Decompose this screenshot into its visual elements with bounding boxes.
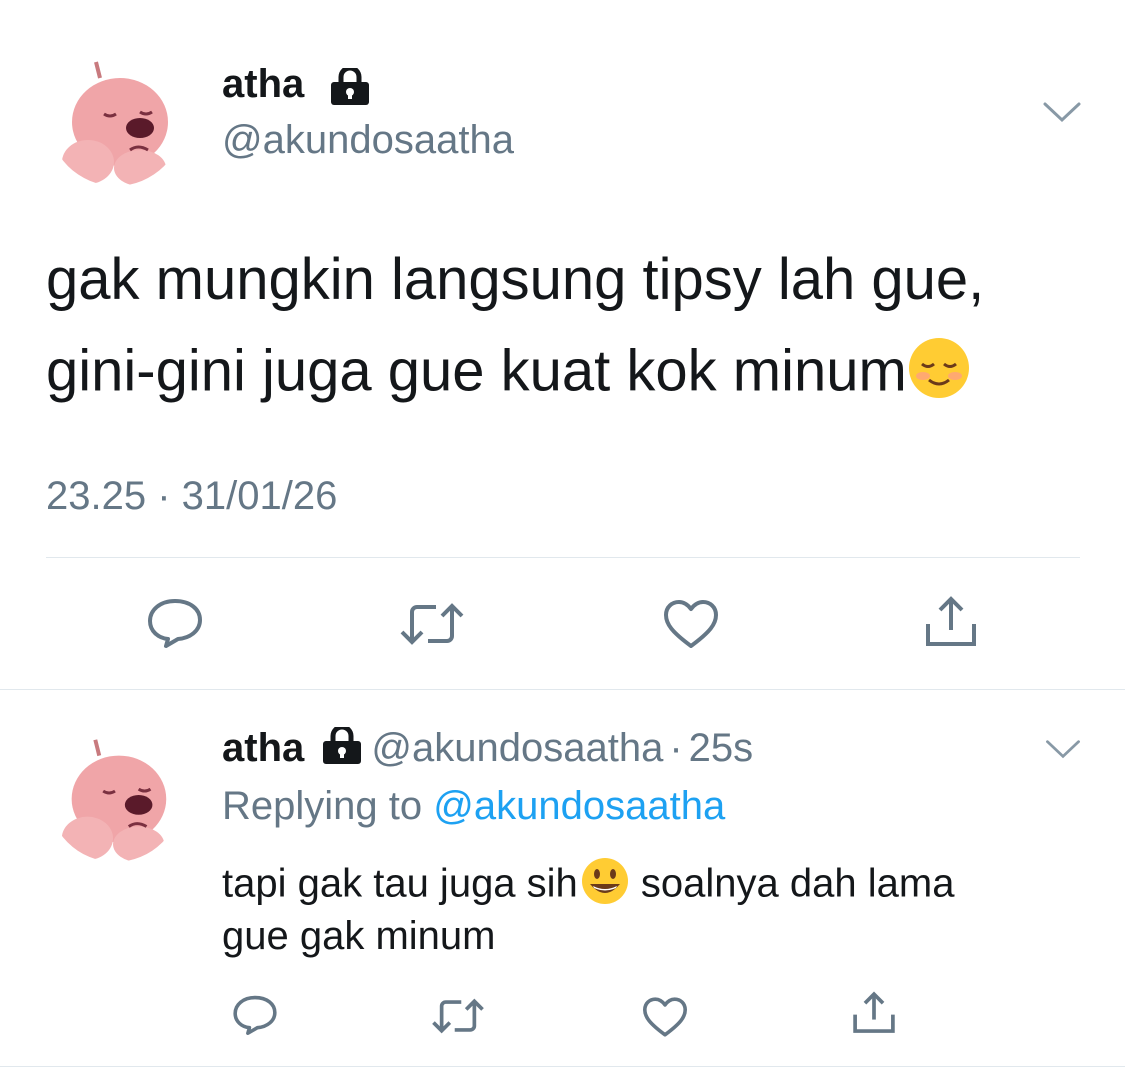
retweet-icon[interactable] bbox=[398, 602, 466, 646]
reply-time-ago[interactable]: 25s bbox=[689, 726, 754, 770]
like-icon[interactable] bbox=[662, 598, 720, 650]
main-divider bbox=[46, 557, 1080, 558]
main-handle[interactable]: @akundosaatha bbox=[222, 118, 514, 163]
main-tweet-text-line1: gak mungkin langsung tipsy lah gue, bbox=[46, 247, 985, 312]
reply-time-separator: · bbox=[669, 726, 683, 770]
main-timestamp[interactable]: 23.25 · 31/01/26 bbox=[46, 474, 337, 519]
main-tweet-text-line2-wrap: gini-gini juga gue kuat kok minum bbox=[46, 336, 971, 414]
retweet-icon[interactable] bbox=[430, 998, 486, 1034]
main-display-name[interactable]: atha bbox=[222, 62, 304, 107]
replying-to-line: Replying to @akundosaatha bbox=[222, 784, 725, 829]
reply-icon[interactable] bbox=[146, 597, 204, 649]
lock-icon bbox=[329, 68, 371, 106]
tweet-separator bbox=[0, 689, 1125, 690]
main-tweet-text-line2: gini-gini juga gue kuat kok minum bbox=[46, 338, 907, 404]
reply-text-part1: tapi gak tau juga sih bbox=[222, 861, 578, 906]
chevron-down-icon[interactable] bbox=[1042, 100, 1082, 124]
relieved-smiling-face-icon bbox=[907, 336, 971, 414]
reply-icon[interactable] bbox=[232, 994, 278, 1036]
grinning-face-icon bbox=[580, 856, 630, 916]
lock-icon bbox=[321, 724, 363, 775]
avatar-image bbox=[48, 50, 184, 186]
reply-avatar[interactable] bbox=[48, 728, 182, 862]
reply-handle[interactable]: @akundosaatha bbox=[371, 726, 663, 770]
chevron-down-icon[interactable] bbox=[1044, 738, 1082, 760]
reply-text-line2: gue gak minum bbox=[222, 914, 496, 958]
bottom-divider bbox=[0, 1066, 1125, 1067]
replying-to-label: Replying to bbox=[222, 784, 423, 828]
reply-text-part2: soalnya dah lama bbox=[629, 861, 955, 906]
main-avatar[interactable] bbox=[48, 50, 184, 186]
replying-to-handle[interactable]: @akundosaatha bbox=[433, 784, 725, 828]
reply-display-name[interactable]: atha bbox=[222, 726, 304, 770]
reply-text-line1: tapi gak tau juga sih soalnya dah lama bbox=[222, 856, 954, 916]
share-icon[interactable] bbox=[922, 594, 980, 650]
reply-header: atha @akundosaatha · 25s bbox=[222, 724, 754, 775]
share-icon[interactable] bbox=[850, 990, 898, 1036]
like-icon[interactable] bbox=[641, 996, 689, 1038]
avatar-image bbox=[48, 728, 182, 862]
